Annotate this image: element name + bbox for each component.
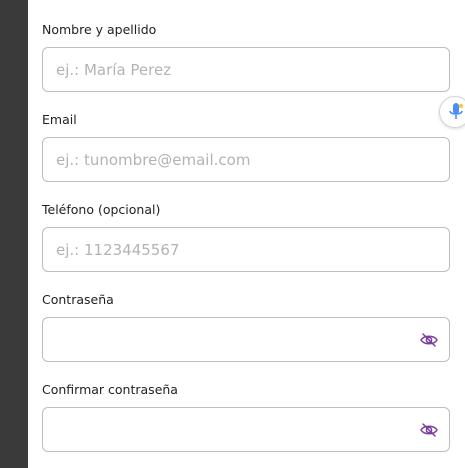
email-label: Email bbox=[42, 112, 77, 127]
eye-off-icon[interactable] bbox=[419, 420, 439, 440]
phone-label: Teléfono (opcional) bbox=[42, 202, 161, 217]
email-input-box[interactable] bbox=[42, 137, 450, 182]
full-name-input-box[interactable] bbox=[42, 47, 450, 92]
phone-input-box[interactable] bbox=[42, 227, 450, 272]
voice-input-button[interactable] bbox=[439, 96, 465, 128]
signup-form-screen: Nombre y apellido Email Teléfono (opcion… bbox=[0, 0, 465, 468]
left-dark-panel bbox=[0, 0, 28, 468]
microphone-icon bbox=[449, 103, 464, 119]
phone-input[interactable] bbox=[43, 228, 416, 271]
password-input-box[interactable] bbox=[42, 317, 450, 362]
full-name-input[interactable] bbox=[43, 48, 416, 91]
confirm-password-input-box[interactable] bbox=[42, 407, 450, 452]
confirm-password-label: Confirmar contraseña bbox=[42, 382, 178, 397]
password-label: Contraseña bbox=[42, 292, 114, 307]
confirm-password-input[interactable] bbox=[43, 408, 416, 451]
password-input[interactable] bbox=[43, 318, 416, 361]
eye-off-icon[interactable] bbox=[419, 330, 439, 350]
email-input[interactable] bbox=[43, 138, 416, 181]
full-name-label: Nombre y apellido bbox=[42, 22, 157, 37]
